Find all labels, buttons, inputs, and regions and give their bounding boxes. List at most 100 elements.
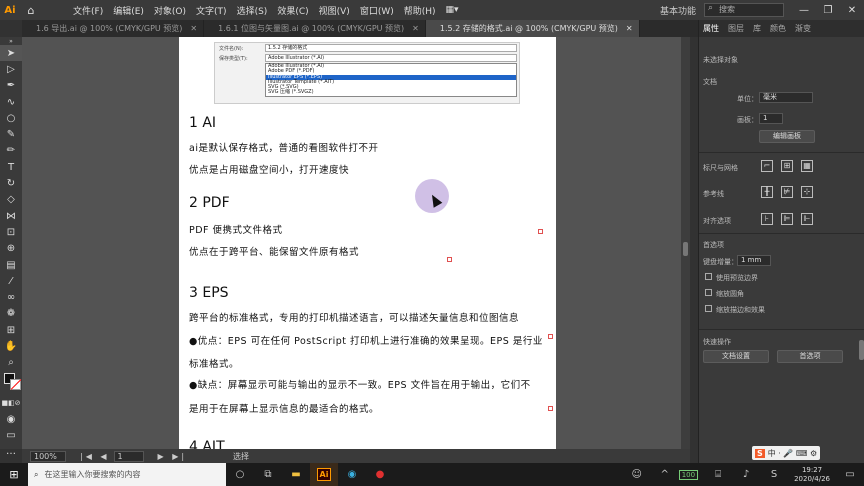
heading-eps[interactable]: 3 EPS [189, 285, 229, 301]
eraser-tool-icon[interactable]: ◇ [0, 192, 22, 208]
text-overflow-marker[interactable] [447, 257, 452, 262]
selection-tool-icon[interactable]: ➤ [0, 45, 22, 62]
ellipse-tool-icon[interactable]: ○ [0, 110, 22, 126]
tab-color[interactable]: 颜色 [770, 23, 786, 34]
artboard-nav-icons[interactable]: |◀ ◀ [80, 452, 110, 461]
smart-guides-icon[interactable]: ⊹ [801, 186, 813, 198]
network-icon[interactable]: ⌸ [704, 463, 732, 486]
artboard[interactable]: 文件名(N): 1.5.2 存储的格式 保存类型(T): Adobe Illus… [179, 37, 556, 449]
paragraph-line[interactable]: ●缺点：屏幕显示可能与输出的显示不一致。EPS 文件旨在用于输出，它们不 [189, 377, 531, 391]
pen-tool-icon[interactable]: ✒ [0, 78, 22, 94]
heading-ai[interactable]: 1 AI [189, 115, 216, 131]
rotate-tool-icon[interactable]: ↻ [0, 175, 22, 191]
use-preview-bounds-checkbox[interactable] [705, 273, 712, 280]
browser-icon[interactable]: ◉ [338, 463, 366, 486]
eyedropper-tool-icon[interactable]: ⁄ [0, 273, 22, 289]
doc-tab[interactable]: 1.6 导出.ai @ 100% (CMYK/GPU 预览) ✕ [22, 20, 205, 37]
color-mode-icon[interactable]: ■◧⊘ [0, 395, 22, 411]
heading-pdf[interactable]: 2 PDF [189, 195, 230, 211]
people-icon[interactable]: ☺ [623, 463, 651, 486]
search-input[interactable]: 搜索 [704, 3, 784, 17]
free-transform-tool-icon[interactable]: ⊡ [0, 224, 22, 240]
paragraph-line[interactable]: ai是默认保存格式，普通的看图软件打不开 [189, 140, 378, 154]
tab-libraries[interactable]: 库 [753, 23, 761, 34]
tab-layers[interactable]: 图层 [728, 23, 744, 34]
clock[interactable]: 19:27 2020/4/26 [794, 466, 830, 484]
edit-artboard-button[interactable]: 编辑画板 [759, 130, 815, 143]
stroke-swatch[interactable] [10, 378, 21, 390]
file-explorer-icon[interactable]: ▬ [282, 463, 310, 486]
windows-start-icon[interactable]: ⊞ [0, 468, 28, 481]
transparency-grid-icon[interactable]: ▦ [801, 160, 813, 172]
zoom-level-field[interactable]: 100% [30, 450, 66, 462]
vertical-scrollbar[interactable] [681, 37, 690, 449]
paragraph-line[interactable]: 优点是占用磁盘空间小，打开速度快 [189, 162, 349, 176]
taskbar-search[interactable]: ⌕ 在这里输入你要搜索的内容 [28, 463, 226, 486]
width-tool-icon[interactable]: ⋈ [0, 208, 22, 224]
paragraph-line[interactable]: 跨平台的标准格式，专用的打印机描述语言，可以描述矢量信息和位图信息 [189, 310, 519, 324]
grid-icon[interactable]: ⊞ [781, 160, 793, 172]
snap-to-point-icon[interactable]: ⊦ [761, 213, 773, 225]
zoom-tool-icon[interactable]: ⌕ [0, 355, 22, 371]
keyboard-increment-field[interactable]: 1 mm [737, 255, 771, 266]
paintbrush-tool-icon[interactable]: ✎ [0, 126, 22, 142]
volume-icon[interactable]: ♪ [732, 463, 760, 486]
paragraph-line[interactable]: 是用于在屏幕上显示信息的最适合的格式。 [189, 401, 379, 415]
guides-icon[interactable]: ╫ [761, 186, 773, 198]
notifications-icon[interactable]: ▭ [836, 463, 864, 486]
preferences-button[interactable]: 首选项 [777, 350, 843, 363]
snap-to-pixel-icon[interactable]: ⊩ [801, 213, 813, 225]
heading-ait[interactable]: 4 AIT [189, 439, 225, 449]
ime-tools-icon[interactable]: 🎤 ⌨ ⚙ [781, 449, 817, 458]
text-overflow-marker[interactable] [548, 334, 553, 339]
ruler-icon[interactable]: ⌐ [761, 160, 773, 172]
paragraph-line[interactable]: ●优点：EPS 可在任何 PostScript 打印机上进行准确的效果呈现。EP… [189, 333, 543, 347]
type-tool-icon[interactable]: T [0, 159, 22, 175]
close-tab-icon[interactable]: ✕ [412, 24, 419, 33]
paragraph-line[interactable]: 优点在于跨平台、能保留文件原有格式 [189, 244, 359, 258]
collapse-icon[interactable]: » [0, 37, 22, 45]
tab-properties[interactable]: 属性 [703, 23, 719, 34]
layout-icon[interactable]: ▦▾ [441, 5, 464, 15]
snap-to-grid-icon[interactable]: ⊫ [781, 213, 793, 225]
text-overflow-marker[interactable] [548, 406, 553, 411]
blend-tool-icon[interactable]: ∞ [0, 289, 22, 305]
screen-mode-icon[interactable]: ▭ [0, 428, 22, 444]
scale-strokes-effects-checkbox[interactable] [705, 305, 712, 312]
menu-view[interactable]: 视图(V) [314, 4, 355, 17]
lock-guides-icon[interactable]: ⊭ [781, 186, 793, 198]
panel-scrollbar[interactable] [859, 340, 864, 360]
scroll-thumb[interactable] [683, 242, 688, 256]
recorder-icon[interactable]: ● [366, 463, 394, 486]
document-setup-button[interactable]: 文档设置 [703, 350, 769, 363]
fill-stroke-swatches[interactable] [0, 371, 22, 395]
tray-overflow-icon[interactable]: ^ [651, 463, 679, 486]
menu-select[interactable]: 选择(S) [232, 4, 273, 17]
tab-gradient[interactable]: 渐变 [795, 23, 811, 34]
ime-mode[interactable]: 中 · [768, 448, 781, 459]
close-tab-icon[interactable]: ✕ [190, 24, 197, 33]
workspace-switcher[interactable]: 基本功能 [660, 4, 696, 17]
menu-window[interactable]: 窗口(W) [355, 4, 399, 17]
close-tab-icon[interactable]: ✕ [626, 24, 633, 33]
artboard-tool-icon[interactable]: ⊞ [0, 322, 22, 338]
ime-indicator-icon[interactable]: S [760, 463, 788, 486]
battery-icon[interactable]: 100 [678, 469, 699, 480]
maximize-icon[interactable]: ❐ [816, 5, 840, 16]
minimize-icon[interactable]: — [792, 5, 816, 16]
more-tools-icon[interactable]: … [0, 444, 22, 460]
menu-edit[interactable]: 编辑(E) [108, 4, 149, 17]
text-overflow-marker[interactable] [538, 229, 543, 234]
close-icon[interactable]: ✕ [840, 5, 864, 16]
shape-builder-tool-icon[interactable]: ⊕ [0, 241, 22, 257]
menu-file[interactable]: 文件(F) [68, 4, 108, 17]
direct-selection-tool-icon[interactable]: ▷ [0, 61, 22, 77]
cortana-icon[interactable]: ○ [226, 463, 254, 486]
scale-corners-checkbox[interactable] [705, 289, 712, 296]
pencil-tool-icon[interactable]: ✏ [0, 143, 22, 159]
doc-tab[interactable]: 1.6.1 位图与矢量图.ai @ 100% (CMYK/GPU 预览) ✕ [204, 20, 426, 37]
task-view-icon[interactable]: ⧉ [254, 463, 282, 486]
paragraph-line[interactable]: PDF 便携式文件格式 [189, 222, 283, 236]
menu-effect[interactable]: 效果(C) [272, 4, 313, 17]
gradient-tool-icon[interactable]: ▤ [0, 257, 22, 273]
